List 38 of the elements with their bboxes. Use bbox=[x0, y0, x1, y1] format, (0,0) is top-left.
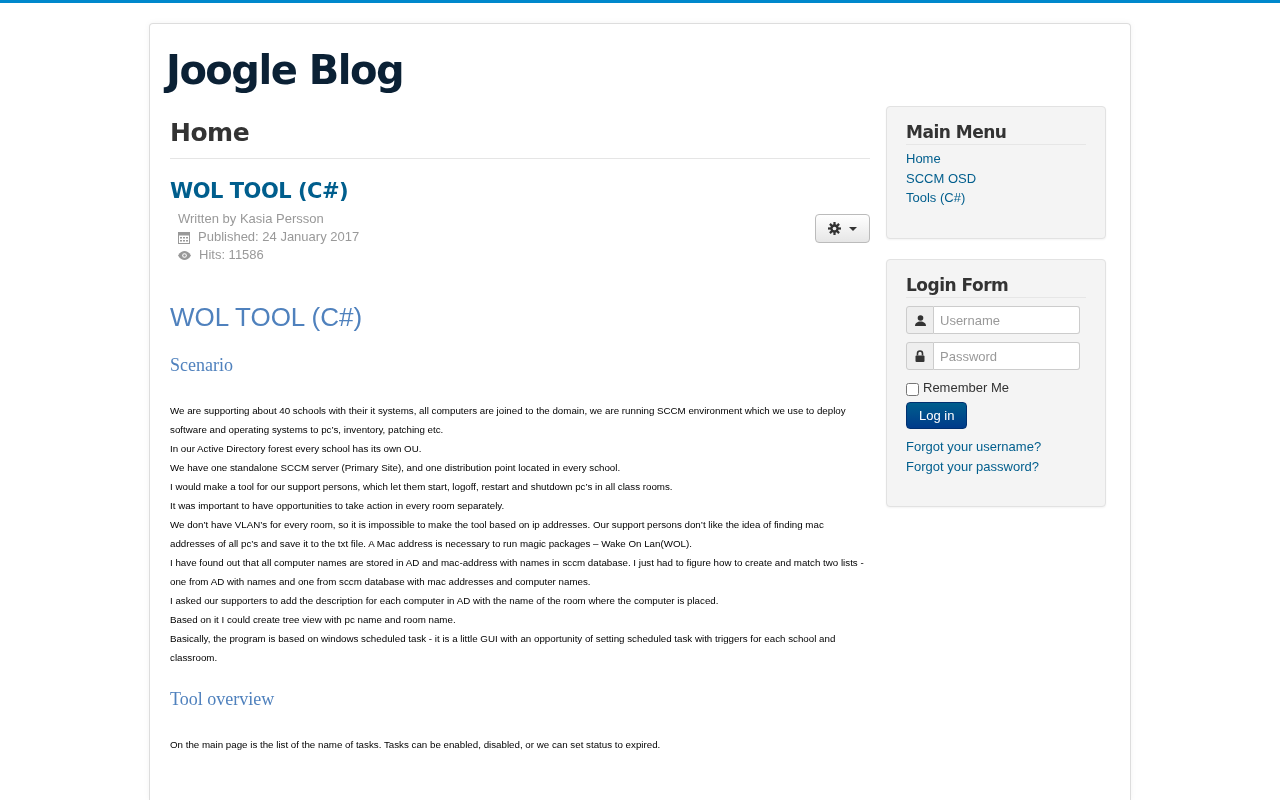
calendar-icon bbox=[178, 230, 190, 244]
gear-icon bbox=[828, 222, 841, 236]
options-dropdown-button[interactable] bbox=[815, 214, 870, 244]
panel-title: Main Menu bbox=[906, 122, 1086, 146]
lock-icon bbox=[915, 350, 925, 363]
section-heading: Scenario bbox=[170, 355, 234, 377]
author-line: Written by Kasia Persson bbox=[178, 210, 325, 229]
paragraph: On the main page is the list of the name of tasks. Tasks can be enabled, disabled, or we can set status to expired. bbox=[170, 737, 662, 752]
menu-link[interactable]: Home bbox=[906, 151, 941, 167]
content-title: WOL TOOL (C#) bbox=[170, 302, 364, 334]
username-field[interactable]: Username bbox=[934, 306, 1080, 335]
eye-icon bbox=[178, 250, 191, 260]
remember-label: Remember Me bbox=[923, 379, 1009, 398]
paragraph: We have one standalone SCCM server (Primary Site), and one distribution point located in every school. bbox=[170, 460, 622, 475]
remember-checkbox[interactable] bbox=[906, 383, 919, 397]
paragraph: I asked our supporters to add the description for each computer in AD with the name of the room where the computer is placed. bbox=[170, 593, 720, 608]
paragraph: In our Active Directory forest every school has its own OU. bbox=[170, 441, 423, 456]
caret-icon bbox=[849, 226, 857, 231]
paragraph: I would make a tool for our support persons, which let them start, logoff, restart and shutdown pc’s in all class rooms. bbox=[170, 479, 674, 494]
paragraph: Basically, the program is based on windows scheduled task - it is a little GUI with an opportunity of setting scheduled task with triggers for each school and classroom. bbox=[170, 631, 837, 665]
forgot-link[interactable]: Forgot your username? bbox=[906, 439, 1042, 455]
hits-count: Hits: 11586 bbox=[199, 246, 264, 265]
paragraph: It was important to have opportunities to take action in every room separately. bbox=[170, 498, 506, 513]
paragraph: Based on it I could create tree view with pc name and room name. bbox=[170, 612, 457, 627]
section-heading: Tool overview bbox=[170, 688, 276, 711]
menu-link[interactable]: SCCM OSD bbox=[906, 170, 977, 186]
password-field[interactable]: Password bbox=[934, 342, 1080, 371]
article-title[interactable]: WOL TOOL (C#) bbox=[170, 179, 870, 205]
panel-title: Login Form bbox=[906, 274, 1086, 299]
page-heading: Home bbox=[170, 118, 870, 159]
published-date: Published: 24 January 2017 bbox=[198, 228, 360, 247]
forgot-link[interactable]: Forgot your password? bbox=[906, 458, 1039, 474]
login-button[interactable]: Log in bbox=[906, 401, 968, 430]
paragraph: We don’t have VLAN’s for every room, so it is impossible to make the tool based on ip addresses. Our support persons don’t like the idea of finding mac addresses of all pc’s and save it to the txt file. A Mac address is necessary to run magic packages – Wake On Lan(WOL). bbox=[170, 517, 825, 551]
user-icon bbox=[914, 314, 926, 326]
paragraph: We are supporting about 40 schools with their it systems, all computers are joined to the domain, we are running SCCM environment which we use to deploy software and operating systems to pc’s, inventory, patching etc. bbox=[170, 403, 847, 437]
menu-link[interactable]: Tools (C#) bbox=[906, 190, 966, 206]
paragraph: I have found out that all computer names are stored in AD and mac-address with names in sccm database. I just had to figure how to create and match two lists - one from AD with names and one from sccm database with mac addresses and computer names. bbox=[170, 555, 865, 589]
